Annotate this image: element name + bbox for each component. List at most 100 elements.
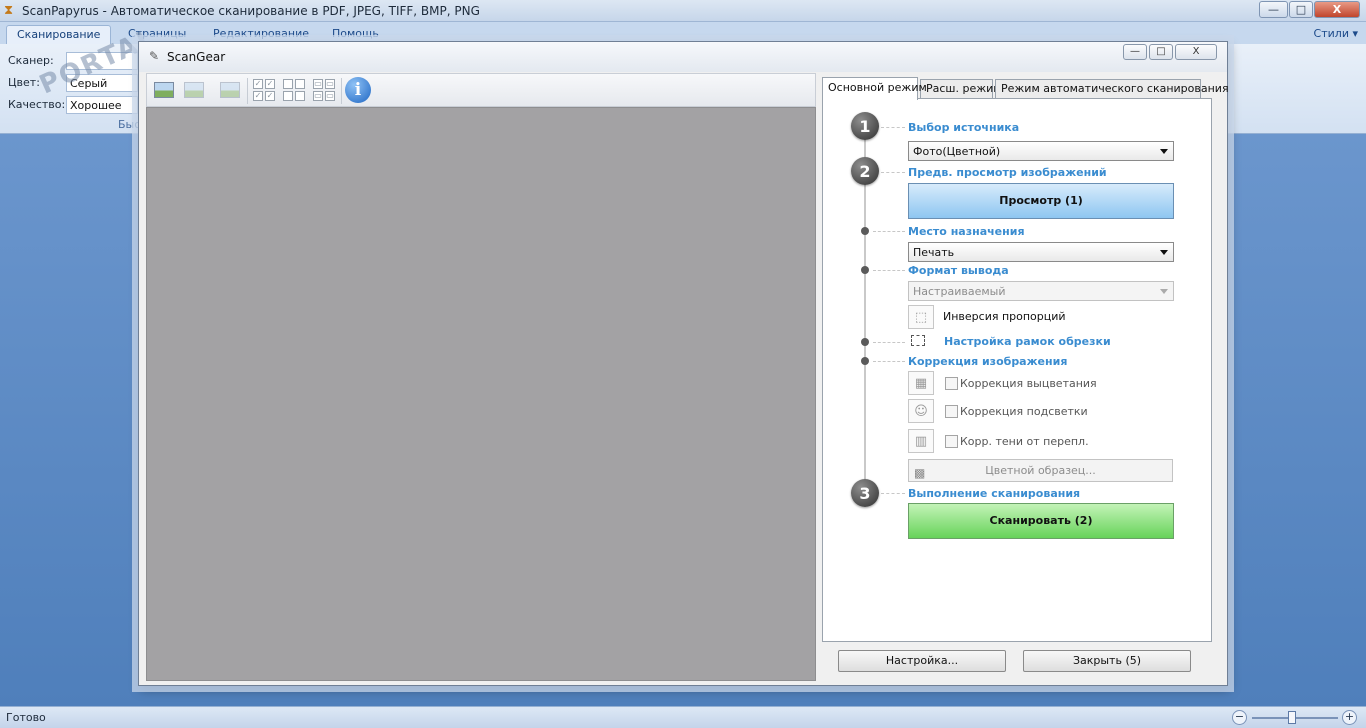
step-dot — [861, 357, 869, 365]
step-connector-dash — [873, 231, 905, 232]
step-dot — [861, 227, 869, 235]
zoom-control: − + — [1232, 710, 1360, 726]
invert-ratio-button[interactable]: ⬚ — [908, 305, 934, 329]
tab-advanced-mode[interactable]: Расш. режим — [920, 79, 1002, 99]
destination-label: Место назначения — [908, 225, 1025, 238]
color-pattern-button[interactable]: ▩ Цветной образец... — [908, 459, 1173, 482]
basic-mode-panel: 1 Выбор источника Фото(Цветной) 2 Предв.… — [822, 98, 1212, 642]
crop-frames-link[interactable]: Настройка рамок обрезки — [944, 335, 1111, 348]
main-window-title: ScanPapyrus - Автоматическое сканировани… — [22, 4, 480, 18]
dropdown-arrow-icon — [1160, 250, 1168, 255]
scan-label: Выполнение сканирования — [908, 487, 1081, 500]
thumbnail-view-button[interactable] — [151, 77, 177, 103]
step-connector-dash — [873, 342, 905, 343]
landscape-icon: ▦ — [914, 375, 928, 391]
app-icon: ⧗ — [4, 3, 14, 18]
preview-label: Предв. просмотр изображений — [908, 166, 1107, 179]
chevron-down-icon: ▾ — [1352, 27, 1358, 40]
invert-ratio-label: Инверсия пропорций — [943, 310, 1066, 323]
close-dialog-button[interactable]: Закрыть (5) — [1023, 650, 1191, 672]
zoom-slider-thumb[interactable] — [1288, 711, 1296, 724]
source-select[interactable]: Фото(Цветной) — [908, 141, 1174, 161]
step-connector-dash — [881, 172, 905, 173]
color-pattern-icon: ▩ — [914, 466, 926, 480]
crop-frame-icon — [911, 335, 925, 346]
backlight-correction-checkbox[interactable] — [945, 405, 958, 418]
picture-icon — [220, 82, 240, 98]
dialog-close-button[interactable]: X — [1175, 44, 1217, 60]
main-minimize-button[interactable]: — — [1259, 1, 1288, 18]
step-dot — [861, 266, 869, 274]
preview-area[interactable] — [146, 107, 816, 681]
dialog-maximize-button[interactable]: □ — [1149, 44, 1173, 60]
multi-crop-button[interactable]: ▭ ▭ ▭ ▭ — [311, 77, 337, 103]
backlight-correction-label: Коррекция подсветки — [960, 405, 1088, 418]
picture-icon — [184, 82, 204, 98]
color-pattern-label: Цветной образец... — [985, 464, 1096, 477]
preview-button[interactable]: Просмотр (1) — [908, 183, 1174, 219]
dialog-minimize-button[interactable]: — — [1123, 44, 1147, 60]
zoom-out-button[interactable]: − — [1232, 710, 1247, 725]
rotate-right-button[interactable] — [217, 77, 243, 103]
crop-grid-icon: ▭ ▭ ▭ ▭ — [313, 79, 335, 101]
destination-select[interactable]: Печать — [908, 242, 1174, 262]
clear-selection-button[interactable] — [281, 77, 307, 103]
step-2-badge: 2 — [851, 157, 879, 185]
fading-correction-icon: ▦ — [908, 371, 934, 395]
output-format-value: Настраиваемый — [913, 285, 1006, 298]
gutter-shadow-checkbox[interactable] — [945, 435, 958, 448]
styles-menu[interactable]: Стили ▾ — [1314, 27, 1358, 40]
toolbar-separator — [341, 78, 342, 104]
step-3-badge: 3 — [851, 479, 879, 507]
status-text: Готово — [6, 711, 46, 724]
main-title-bar: ⧗ ScanPapyrus - Автоматическое сканирова… — [0, 0, 1366, 22]
picture-icon — [154, 82, 174, 98]
rotate-left-button[interactable] — [181, 77, 207, 103]
step-connector-dash — [881, 493, 905, 494]
fading-correction-label: Коррекция выцветания — [960, 377, 1097, 390]
status-bar: Готово − + — [0, 706, 1366, 728]
styles-label: Стили — [1313, 27, 1349, 40]
fading-correction-checkbox[interactable] — [945, 377, 958, 390]
select-all-button[interactable]: ✓ ✓ ✓ ✓ — [251, 77, 277, 103]
scangear-dialog: ✎ ScanGear — □ X ✓ ✓ ✓ ✓ ▭ ▭ ▭ ▭ i Основной ре… — [138, 41, 1229, 686]
dialog-title: ScanGear — [167, 50, 226, 64]
dropdown-arrow-icon — [1160, 149, 1168, 154]
main-close-button[interactable]: X — [1314, 1, 1360, 18]
source-label: Выбор источника — [908, 121, 1020, 134]
preview-toolbar: ✓ ✓ ✓ ✓ ▭ ▭ ▭ ▭ i — [146, 73, 816, 107]
scan-button[interactable]: Сканировать (2) — [908, 503, 1174, 539]
backlight-correction-icon: ☺ — [908, 399, 934, 423]
gutter-shadow-icon: ▥ — [908, 429, 934, 453]
output-format-select[interactable]: Настраиваемый — [908, 281, 1174, 301]
settings-button[interactable]: Настройка... — [838, 650, 1006, 672]
zoom-in-button[interactable]: + — [1342, 710, 1357, 725]
checkbox-grid-icon: ✓ ✓ ✓ ✓ — [253, 79, 275, 101]
color-label: Цвет: — [8, 76, 40, 89]
step-connector-dash — [881, 127, 905, 128]
main-maximize-button[interactable]: □ — [1289, 1, 1313, 18]
scanner-label: Сканер: — [8, 54, 54, 67]
invert-ratio-icon: ⬚ — [914, 309, 928, 325]
destination-value: Печать — [913, 246, 955, 259]
tab-auto-scan-mode[interactable]: Режим автоматического сканирования — [995, 79, 1229, 99]
step-connector-dash — [873, 270, 905, 271]
book-icon: ▥ — [914, 433, 928, 449]
step-1-badge: 1 — [851, 112, 879, 140]
step-dot — [861, 338, 869, 346]
tab-basic-mode[interactable]: Основной режим — [822, 77, 927, 100]
gutter-shadow-label: Корр. тени от перепл. — [960, 435, 1089, 448]
dropdown-arrow-icon — [1160, 289, 1168, 294]
step-connector-dash — [873, 361, 905, 362]
ribbon-group-caption: Быс — [118, 118, 141, 131]
info-button[interactable]: i — [345, 77, 371, 103]
tab-scanning[interactable]: Сканирование — [6, 25, 112, 44]
scanner-icon: ✎ — [149, 49, 160, 63]
dialog-title-bar: ✎ ScanGear — □ X — [139, 42, 1227, 72]
portrait-icon: ☺ — [914, 403, 928, 419]
source-value: Фото(Цветной) — [913, 145, 1001, 158]
toolbar-separator — [247, 78, 248, 104]
empty-grid-icon — [283, 79, 305, 101]
correction-label: Коррекция изображения — [908, 355, 1068, 368]
info-icon: i — [345, 77, 371, 103]
